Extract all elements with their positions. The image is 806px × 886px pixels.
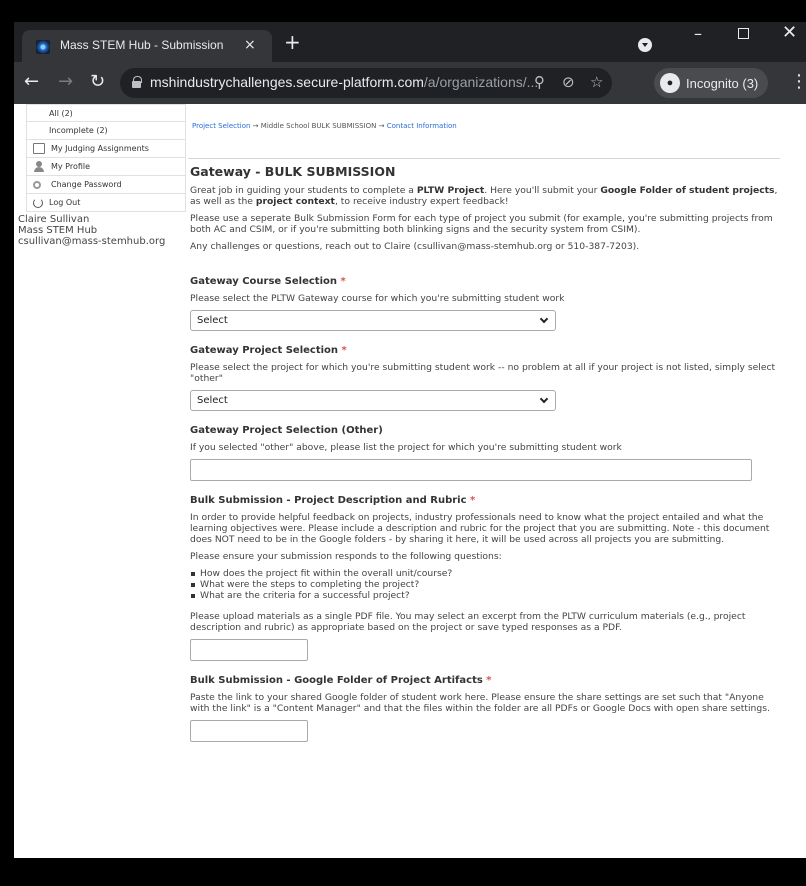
user-org: Mass STEM Hub (18, 225, 98, 236)
project-other-field-help: If you selected "other" above, please li… (190, 442, 622, 453)
key-icon (33, 180, 41, 189)
project-field-help: Please select the project for which you'… (190, 362, 776, 384)
site-favicon-icon (36, 40, 50, 54)
separate-form-note: Please use a seperate Bulk Submission Fo… (190, 213, 773, 235)
breadcrumb-current: Middle School BULK SUBMISSION (260, 122, 377, 130)
breadcrumb: Project Selection → Middle School BULK S… (192, 122, 457, 130)
breadcrumb-contact-information[interactable]: Contact Information (387, 122, 457, 130)
browser-menu-icon[interactable]: ⋮ (790, 72, 806, 92)
back-arrow-icon[interactable]: ← (24, 72, 39, 92)
browser-toolbar: ← → ↻ mshindustrychallenges.secure-platf… (14, 62, 806, 104)
project-other-field-label: Gateway Project Selection (Other) (190, 425, 383, 436)
project-field-label: Gateway Project Selection * (190, 345, 347, 356)
tab-title: Mass STEM Hub - Submission (60, 38, 224, 52)
sidebar-item-log-out[interactable]: Log Out (26, 194, 186, 212)
rubric-questions-list: How does the project fit within the over… (190, 568, 780, 601)
rubric-field-help: In order to provide helpful feedback on … (190, 512, 770, 545)
artifacts-link-input[interactable] (190, 720, 308, 742)
bookmark-star-icon[interactable]: ☆ (590, 73, 603, 91)
forward-arrow-icon[interactable]: → (58, 72, 73, 92)
breadcrumb-project-selection[interactable]: Project Selection (192, 122, 250, 130)
browser-tab[interactable]: Mass STEM Hub - Submission × (22, 30, 272, 62)
incognito-label: Incognito (3) (686, 75, 759, 91)
page-title: Gateway - BULK SUBMISSION (190, 164, 396, 179)
power-icon (33, 197, 43, 208)
intro-paragraph: Great job in guiding your students to co… (190, 185, 778, 207)
sidebar-item-change-password[interactable]: Change Password (26, 176, 186, 194)
list-item: What are the criteria for a successful p… (190, 590, 780, 601)
rubric-file-upload[interactable] (190, 639, 308, 661)
artifacts-field-label: Bulk Submission - Google Folder of Proje… (190, 675, 492, 686)
url-text[interactable]: mshindustrychallenges.secure-platform.co… (150, 74, 538, 90)
course-field-help: Please select the PLTW Gateway course fo… (190, 293, 565, 304)
page-viewport: All (2) Incomplete (2) My Judging Assign… (14, 104, 806, 858)
project-select[interactable]: Select (190, 390, 556, 411)
user-email: csullivan@mass-stemhub.org (18, 236, 166, 247)
chevron-down-icon (539, 314, 549, 324)
zoom-icon[interactable]: ⚲ (534, 73, 545, 91)
divider (188, 158, 780, 159)
contact-note: Any challenges or questions, reach out t… (190, 241, 640, 252)
window-maximize-icon[interactable] (738, 28, 749, 39)
user-icon (33, 161, 45, 172)
rubric-upload-help: Please upload materials as a single PDF … (190, 611, 746, 633)
browser-tab-bar: Mass STEM Hub - Submission × + – ✕ (14, 22, 806, 62)
project-other-input[interactable] (190, 459, 752, 481)
rubric-ensure-text: Please ensure your submission responds t… (190, 551, 502, 562)
list-item: What were the steps to completing the pr… (190, 579, 780, 590)
rubric-field-label: Bulk Submission - Project Description an… (190, 495, 476, 506)
incognito-icon: ● (660, 73, 680, 93)
chevron-down-icon (539, 394, 549, 404)
list-item: How does the project fit within the over… (190, 568, 780, 579)
new-tab-button[interactable]: + (284, 32, 301, 52)
address-bar[interactable]: mshindustrychallenges.secure-platform.co… (120, 68, 612, 98)
tracking-blocked-eye-icon[interactable]: ⊘ (562, 73, 575, 91)
sidebar-item-incomplete[interactable]: Incomplete (2) (26, 122, 186, 140)
sidebar-item-my-profile[interactable]: My Profile (26, 158, 186, 176)
submission-form: Gateway - BULK SUBMISSION Great job in g… (190, 164, 780, 742)
reload-icon[interactable]: ↻ (90, 72, 105, 92)
tab-search-icon[interactable] (638, 38, 652, 52)
window-close-icon[interactable]: ✕ (782, 22, 797, 43)
clipboard-icon (33, 143, 45, 154)
sidebar-item-judging-assignments[interactable]: My Judging Assignments (26, 140, 186, 158)
sidebar: All (2) Incomplete (2) My Judging Assign… (18, 104, 186, 247)
course-select[interactable]: Select (190, 310, 556, 331)
incognito-indicator[interactable]: ● Incognito (3) (654, 68, 769, 98)
lock-icon (132, 76, 142, 88)
tab-close-icon[interactable]: × (244, 37, 256, 53)
user-info: Claire Sullivan Mass STEM Hub csullivan@… (18, 214, 186, 247)
artifacts-field-help: Paste the link to your shared Google fol… (190, 692, 770, 714)
window-minimize-icon[interactable]: – (694, 24, 702, 43)
course-field-label: Gateway Course Selection * (190, 276, 346, 287)
sidebar-item-all[interactable]: All (2) (26, 104, 186, 122)
user-name: Claire Sullivan (18, 214, 90, 225)
